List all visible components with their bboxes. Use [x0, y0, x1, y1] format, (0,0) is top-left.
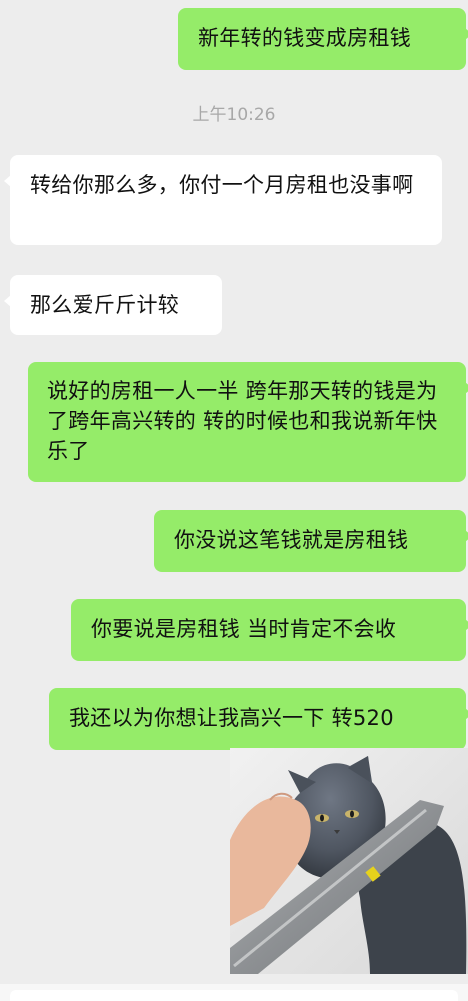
message-text: 转给你那么多，你付一个月房租也没事啊 [30, 173, 414, 197]
timestamp: 上午10:26 [192, 105, 276, 125]
message-text: 新年转的钱变成房租钱 [198, 26, 411, 50]
message-bubble-sent[interactable]: 你要说是房租钱 当时肯定不会收 [71, 599, 468, 661]
message-text: 你没说这笔钱就是房租钱 [174, 528, 409, 552]
message-text: 我还以为你想让我高兴一下 转520 [69, 706, 394, 730]
chat-view: 新年转的钱变成房租钱 上午10:26 转给你那么多，你付一个月房租也没事啊 那么… [0, 0, 468, 1001]
cat-knife-meme-image[interactable] [230, 748, 468, 974]
message-input-field[interactable] [10, 990, 458, 1001]
message-text: 说好的房租一人一半 跨年那天转的钱是为了跨年高兴转的 转的时候也和我说新年快乐了 [47, 379, 438, 463]
message-bubble-sent[interactable]: 说好的房租一人一半 跨年那天转的钱是为了跨年高兴转的 转的时候也和我说新年快乐了 [28, 362, 468, 482]
meme-image-illustration [230, 748, 468, 974]
message-bubble-received[interactable]: 转给你那么多，你付一个月房租也没事啊 [4, 155, 442, 245]
message-bubble-sent[interactable]: 我还以为你想让我高兴一下 转520 [49, 688, 468, 750]
message-text: 那么爱斤斤计较 [30, 293, 180, 317]
message-text: 你要说是房租钱 当时肯定不会收 [91, 617, 397, 641]
message-bubble-received[interactable]: 那么爱斤斤计较 [4, 275, 222, 335]
message-bubble-sent[interactable]: 你没说这笔钱就是房租钱 [154, 510, 468, 572]
message-bubble-sent[interactable]: 新年转的钱变成房租钱 [178, 8, 468, 70]
